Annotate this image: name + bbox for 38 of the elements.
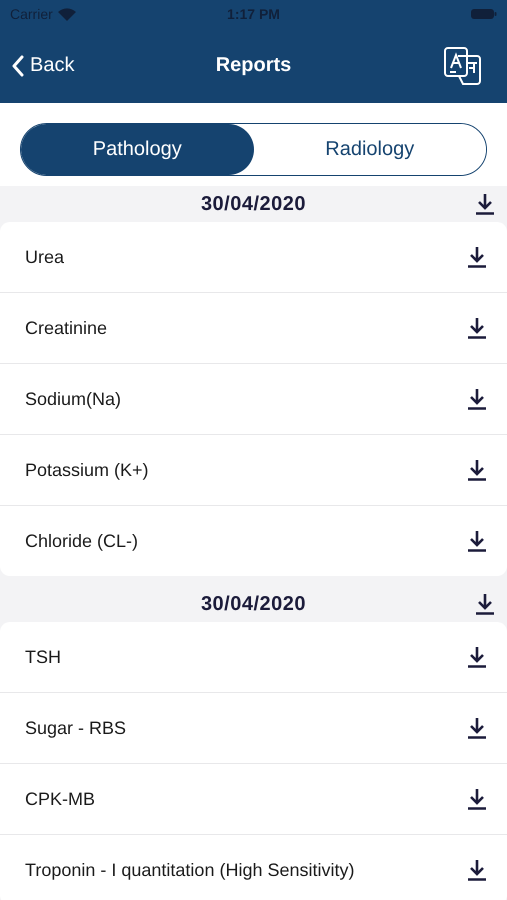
report-row[interactable]: Sugar - RBS: [0, 693, 507, 764]
download-icon[interactable]: [467, 788, 487, 810]
report-name: Sugar - RBS: [25, 718, 126, 738]
translate-icon[interactable]: [443, 46, 483, 86]
report-row[interactable]: Sodium(Na): [0, 364, 507, 435]
report-row[interactable]: Urea: [0, 222, 507, 293]
wifi-icon: [58, 8, 76, 20]
report-row[interactable]: Troponin - I quantitation (High Sensitivity): [0, 835, 507, 900]
download-icon[interactable]: [467, 388, 487, 410]
report-date: 30/04/2020: [200, 192, 306, 216]
report-row[interactable]: TSH: [0, 622, 507, 693]
report-name: Potassium (K+): [25, 460, 149, 480]
chevron-left-icon: [12, 54, 24, 76]
download-icon[interactable]: [467, 646, 487, 668]
report-name: TSH: [25, 646, 61, 668]
screen-title: Reports: [216, 54, 292, 77]
report-row[interactable]: Creatinine: [0, 293, 507, 364]
report-row[interactable]: Potassium (K+): [0, 435, 507, 506]
back-button[interactable]: Back: [12, 54, 74, 77]
download-icon[interactable]: [467, 459, 487, 481]
report-row[interactable]: CPK-MB: [0, 764, 507, 835]
report-name: CPK-MB: [25, 788, 96, 810]
report-name: Sodium(Na): [25, 388, 122, 410]
report-name: Urea: [25, 246, 64, 268]
download-icon[interactable]: [467, 717, 487, 739]
report-date: 30/04/2020: [200, 592, 306, 616]
report-name: Troponin - I quantitation (High Sensitivity): [25, 860, 354, 880]
download-icon[interactable]: [467, 530, 487, 552]
report-name: Chloride (CL-): [25, 530, 138, 552]
battery-icon: [471, 8, 497, 20]
download-icon[interactable]: [467, 246, 487, 268]
report-row[interactable]: Chloride (CL-): [0, 506, 507, 576]
download-icon[interactable]: [475, 593, 495, 615]
download-icon[interactable]: [467, 317, 487, 339]
download-icon[interactable]: [475, 193, 495, 215]
tab[interactable]: Pathology: [21, 124, 254, 175]
report-name: Creatinine: [25, 318, 108, 338]
download-icon[interactable]: [467, 859, 487, 881]
